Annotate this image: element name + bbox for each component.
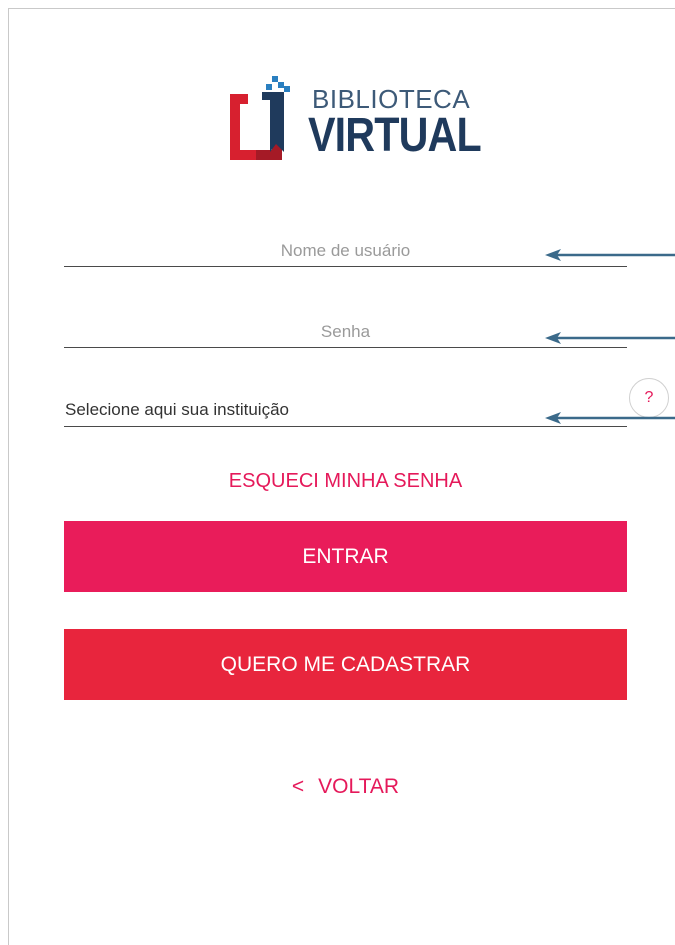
institution-select[interactable]: Selecione aqui sua instituição xyxy=(64,396,627,427)
book-logo-icon xyxy=(230,76,290,160)
username-input[interactable] xyxy=(64,236,627,266)
brand-logo: BIBLIOTECA VIRTUAL xyxy=(226,72,482,167)
register-button[interactable]: QUERO ME CADASTRAR xyxy=(64,629,627,700)
institution-select-label[interactable]: Selecione aqui sua instituição xyxy=(64,396,627,426)
username-field[interactable] xyxy=(64,236,627,267)
annotation-arrow-icon xyxy=(545,249,675,261)
password-field[interactable] xyxy=(64,317,627,348)
brand-name-line2: VIRTUAL xyxy=(308,109,482,162)
back-link[interactable]: < VOLTAR xyxy=(64,775,627,799)
annotation-arrow-icon xyxy=(545,412,675,424)
password-input[interactable] xyxy=(64,317,627,347)
back-label: VOLTAR xyxy=(318,775,400,798)
forgot-password-link[interactable]: ESQUECI MINHA SENHA xyxy=(64,470,627,493)
chevron-left-icon: < xyxy=(291,775,305,798)
annotation-arrow-icon xyxy=(545,332,675,344)
enter-button[interactable]: ENTRAR xyxy=(64,521,627,592)
